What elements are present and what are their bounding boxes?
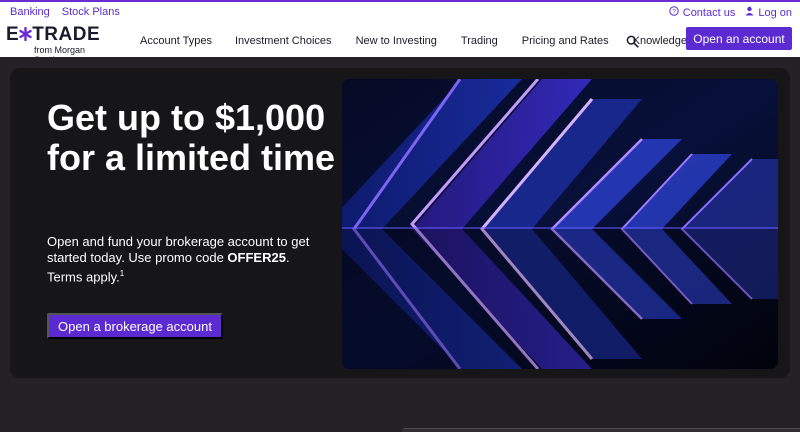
- nav-knowledge[interactable]: Knowledge: [633, 35, 687, 47]
- nav-account-types[interactable]: Account Types: [140, 35, 212, 47]
- hero-description: Open and fund your brokerage account to …: [47, 234, 317, 285]
- promo-code: OFFER25: [227, 250, 286, 265]
- nav-trading[interactable]: Trading: [461, 35, 498, 47]
- contact-label: Contact us: [682, 6, 736, 19]
- top-header: Banking Stock Plans ? Contact us Log on …: [0, 0, 800, 65]
- search-icon[interactable]: [626, 35, 640, 49]
- logo-asterisk-icon: [19, 26, 32, 44]
- hero-headline: Get up to $1,000 for a limited time: [47, 97, 336, 178]
- footnote-marker[interactable]: 1: [120, 269, 124, 278]
- utility-nav-right: ? Contact us Log on: [669, 6, 792, 19]
- user-icon: [745, 6, 754, 19]
- nav-investment-choices[interactable]: Investment Choices: [235, 35, 332, 47]
- next-section-edge: [402, 428, 800, 432]
- logo-word-trade: TRADE: [32, 24, 101, 45]
- logo-letter-e: E: [6, 24, 20, 45]
- svg-text:?: ?: [672, 9, 676, 16]
- utility-nav-left: Banking Stock Plans: [10, 6, 120, 18]
- open-account-button[interactable]: Open an account: [686, 27, 792, 50]
- open-brokerage-account-button[interactable]: Open a brokerage account: [47, 313, 223, 339]
- etrade-logo[interactable]: E TRADE from Morgan Stanley: [6, 24, 116, 65]
- logo-wordmark: E TRADE: [6, 24, 116, 45]
- login-label: Log on: [758, 6, 792, 19]
- login-link[interactable]: Log on: [745, 6, 792, 19]
- help-circle-icon: ?: [669, 6, 679, 19]
- nav-new-to-investing[interactable]: New to Investing: [356, 35, 437, 47]
- contact-link[interactable]: ? Contact us: [669, 6, 736, 19]
- banking-link[interactable]: Banking: [10, 6, 50, 18]
- hero-illustration: [342, 79, 778, 369]
- nav-pricing-and-rates[interactable]: Pricing and Rates: [522, 35, 609, 47]
- stock-plans-link[interactable]: Stock Plans: [62, 6, 120, 18]
